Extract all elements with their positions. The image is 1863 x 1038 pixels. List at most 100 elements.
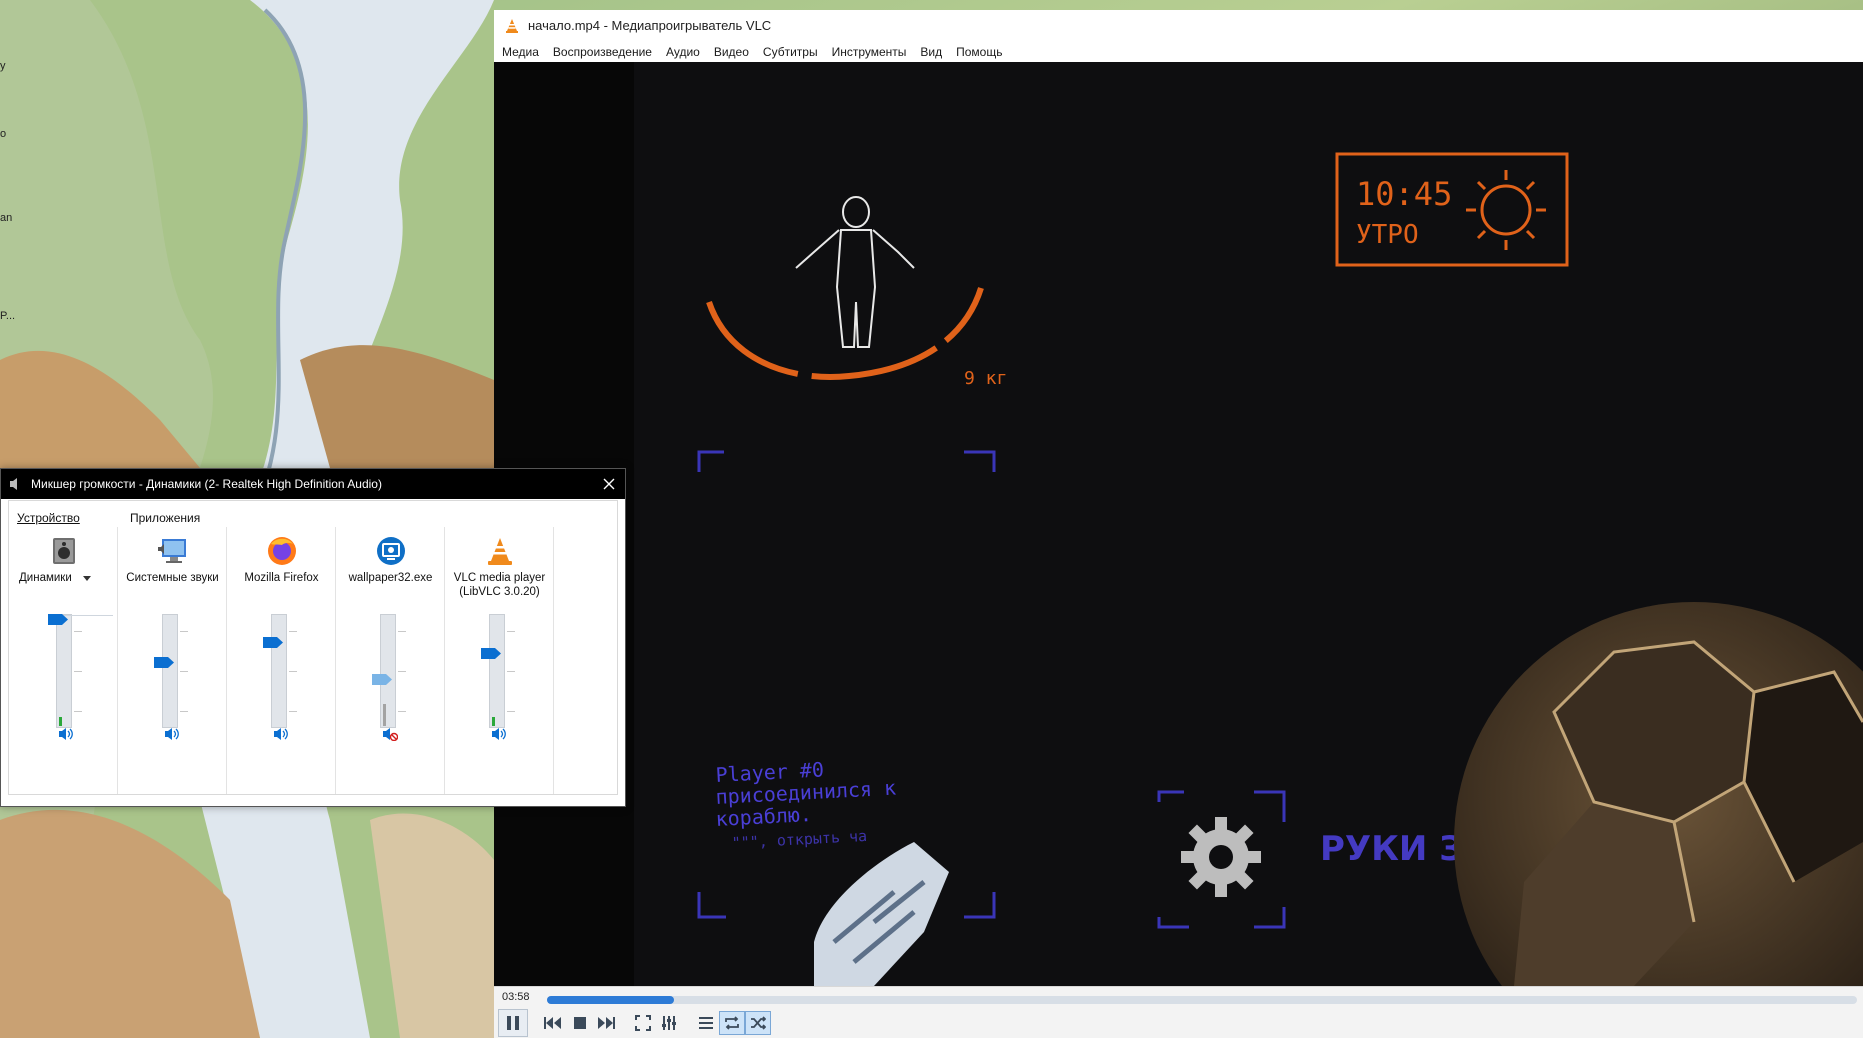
desktop-icon-label[interactable]: P... — [0, 310, 15, 322]
slider-tick — [180, 710, 188, 712]
device-name: Динамики — [19, 572, 72, 584]
fullscreen-icon — [635, 1015, 651, 1031]
desktop-screen: y o an P... начало.mp4 - Медиапроигрыват… — [0, 0, 1863, 1038]
shuffle-icon — [751, 1016, 766, 1030]
loop-icon — [725, 1016, 739, 1030]
stop-icon — [574, 1017, 586, 1029]
chevron-down-icon — [82, 576, 91, 581]
device-dropdown[interactable]: Динамики — [19, 571, 91, 585]
seek-bar[interactable] — [547, 996, 1857, 1004]
slider-tick — [507, 631, 515, 633]
menu-audio[interactable]: Аудио — [666, 45, 700, 59]
elapsed-time: 03:58 — [502, 991, 530, 1003]
mute-button[interactable] — [161, 724, 183, 744]
pause-icon — [507, 1016, 519, 1030]
app-name: Системные звуки — [126, 572, 219, 584]
desktop-icon-label[interactable]: an — [0, 212, 12, 224]
menu-video[interactable]: Видео — [714, 45, 749, 59]
desktop-icon-label[interactable]: y — [0, 60, 6, 72]
mute-button[interactable] — [270, 724, 292, 744]
slider-tick — [74, 710, 82, 712]
vlc-menubar: Медиа Воспроизведение Аудио Видео Субтит… — [494, 41, 1016, 62]
volume-track — [162, 614, 178, 728]
volume-track — [380, 614, 396, 728]
volume-slider-thumb[interactable] — [372, 673, 392, 685]
previous-button[interactable] — [540, 1011, 566, 1035]
menu-playback[interactable]: Воспроизведение — [553, 45, 652, 59]
volume-slider-thumb[interactable] — [48, 614, 68, 625]
slider-tick — [398, 671, 406, 672]
mixer-body: Устройство Приложения Динамики Системные… — [8, 500, 618, 795]
app-channel-firefox: Mozilla Firefox — [227, 501, 336, 794]
extended-settings-button[interactable] — [656, 1011, 682, 1035]
app-name: VLC media player (LibVLC 3.0.20) — [453, 572, 546, 598]
vlc-window: начало.mp4 - Медиапроигрыватель VLC Меди… — [494, 10, 1863, 1038]
menu-help[interactable]: Помощь — [956, 45, 1002, 59]
desktop-icon-label[interactable]: o — [0, 128, 6, 140]
slider-tick — [507, 710, 515, 712]
menu-media[interactable]: Медиа — [502, 45, 539, 59]
seek-progress — [547, 996, 675, 1004]
slider-tick — [398, 631, 406, 633]
next-icon — [598, 1017, 615, 1029]
vlc-icon — [484, 535, 516, 567]
pause-button[interactable] — [498, 1009, 528, 1037]
stop-button[interactable] — [567, 1011, 593, 1035]
slider-tick — [289, 710, 297, 712]
fullscreen-button[interactable] — [630, 1011, 656, 1035]
mute-button[interactable] — [488, 724, 510, 744]
loop-button[interactable] — [719, 1011, 745, 1035]
vlc-titlebar[interactable]: начало.mp4 - Медиапроигрыватель VLC — [494, 10, 1863, 41]
slider-tick — [74, 631, 82, 633]
weight-label: 9 кг — [964, 368, 1007, 389]
clock-period: УТРО — [1356, 220, 1419, 250]
video-frame: 9 кг 10:45 УТРО Player #0 присоединился … — [494, 62, 1863, 986]
playlist-icon — [699, 1017, 713, 1029]
gear-icon — [1181, 817, 1261, 897]
previous-icon — [544, 1017, 561, 1029]
speaker-icon — [165, 728, 179, 740]
slider-tick — [289, 671, 297, 672]
mixer-titlebar[interactable]: Микшер громкости - Динамики (2- Realtek … — [1, 469, 625, 499]
speaker-icon — [10, 478, 17, 490]
slider-tick — [180, 631, 188, 633]
volume-slider-thumb[interactable] — [263, 636, 283, 648]
slider-tick — [74, 671, 82, 672]
menu-view[interactable]: Вид — [920, 45, 942, 59]
window-title: начало.mp4 - Медиапроигрыватель VLC — [528, 18, 772, 33]
app-channel-system-sounds: Системные звуки — [118, 501, 227, 794]
player-controls: 03:58 — [494, 986, 1863, 1038]
divider — [553, 527, 554, 794]
menu-subtitles[interactable]: Субтитры — [763, 45, 818, 59]
slider-tick — [398, 710, 406, 712]
speaker-device-icon — [48, 535, 80, 567]
chat-line-3: кораблю. — [715, 802, 812, 831]
firefox-icon — [266, 535, 298, 567]
peak-meter — [383, 703, 386, 726]
wallpaper-engine-icon — [375, 535, 407, 567]
speaker-icon — [274, 728, 288, 740]
vlc-cone-icon — [506, 18, 518, 33]
app-name: wallpaper32.exe — [348, 572, 433, 584]
clock-time: 10:45 — [1356, 175, 1452, 213]
close-button[interactable] — [599, 474, 619, 494]
volume-mixer-window: Микшер громкости - Динамики (2- Realtek … — [0, 468, 626, 807]
mute-button[interactable] — [55, 724, 77, 744]
slider-tick — [507, 671, 515, 672]
menu-tools[interactable]: Инструменты — [832, 45, 907, 59]
video-area[interactable]: 9 кг 10:45 УТРО Player #0 присоединился … — [494, 62, 1863, 986]
playlist-button[interactable] — [693, 1011, 719, 1035]
mixer-title: Микшер громкости - Динамики (2- Realtek … — [31, 477, 382, 491]
volume-track — [271, 614, 287, 728]
speaker-muted-icon — [383, 728, 398, 741]
app-channel-wallpaper: wallpaper32.exe — [336, 501, 445, 794]
volume-slider-thumb[interactable] — [154, 657, 174, 669]
slider-tick — [180, 671, 188, 672]
app-name: Mozilla Firefox — [244, 572, 319, 584]
volume-slider-thumb[interactable] — [481, 647, 501, 659]
app-channel-vlc: VLC media player (LibVLC 3.0.20) — [445, 501, 554, 794]
volume-track — [489, 614, 505, 728]
shuffle-button[interactable] — [745, 1011, 771, 1035]
mute-button[interactable] — [379, 724, 401, 744]
next-button[interactable] — [593, 1011, 619, 1035]
